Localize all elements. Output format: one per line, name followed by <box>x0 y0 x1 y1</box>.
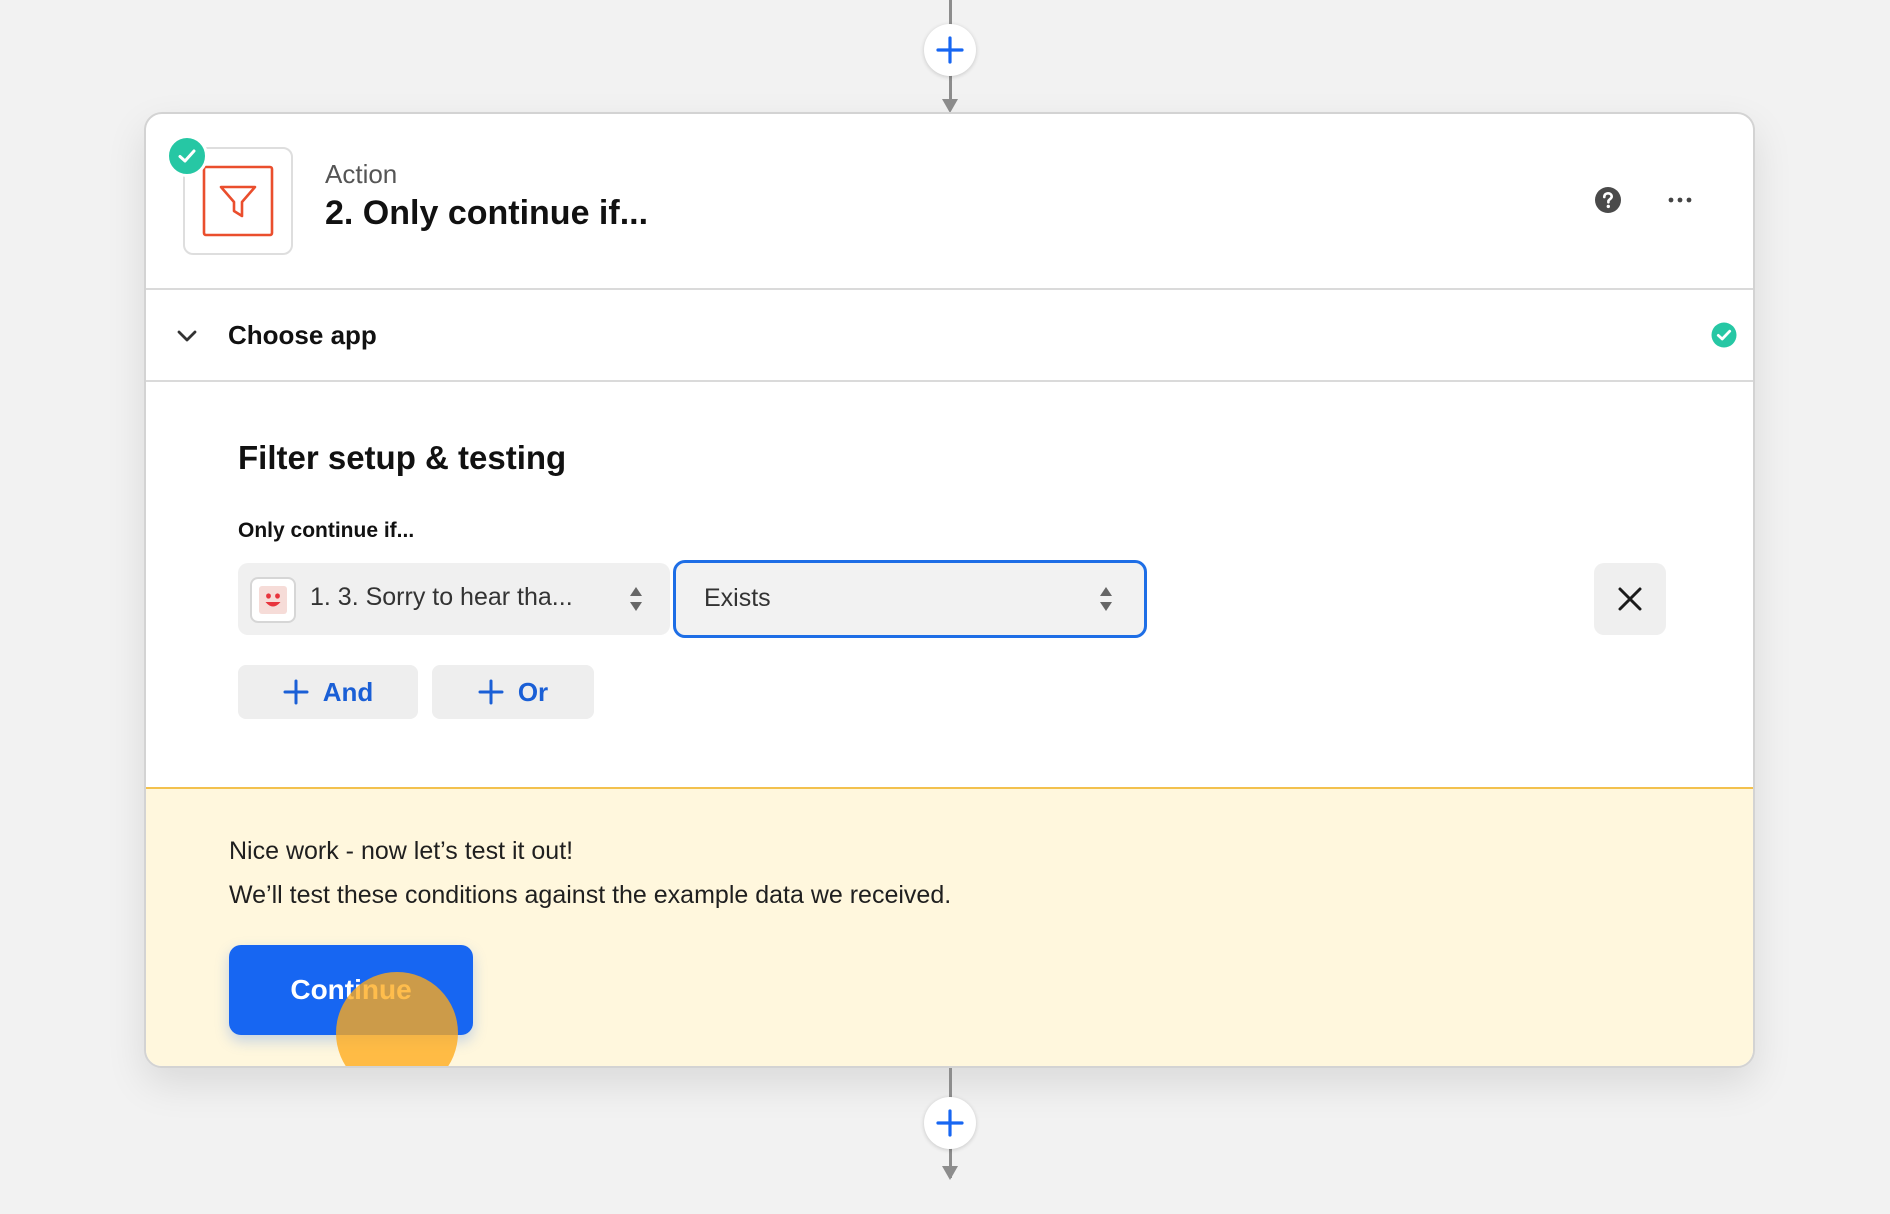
filter-condition-value: Exists <box>704 584 771 612</box>
plus-icon <box>936 36 964 64</box>
connector-arrow-bottom <box>942 1166 958 1180</box>
choose-app-label: Choose app <box>228 320 377 350</box>
filter-field-select[interactable]: 1. 3. Sorry to hear tha... <box>238 563 670 635</box>
step-title: 2. Only continue if... <box>325 194 649 232</box>
test-panel-description: We’ll test these conditions against the … <box>229 881 952 909</box>
filter-section-title: Filter setup & testing <box>238 439 567 476</box>
add-step-button-top[interactable] <box>924 24 976 76</box>
step-card: Action 2. Only continue if... Choose app… <box>144 112 1755 1068</box>
connector-arrow-top <box>942 99 958 113</box>
test-panel-heading: Nice work - now let’s test it out! <box>229 837 574 865</box>
add-or-condition-button[interactable]: Or <box>432 665 594 719</box>
plus-icon <box>936 1109 964 1137</box>
step-header[interactable]: Action 2. Only continue if... <box>146 114 1753 290</box>
choose-app-section-toggle[interactable]: Choose app <box>146 290 1753 382</box>
help-circle-icon[interactable] <box>1594 186 1622 214</box>
remove-condition-button[interactable] <box>1594 563 1666 635</box>
filter-field-label: Only continue if... <box>238 519 415 542</box>
close-icon <box>1618 587 1642 611</box>
test-prompt-panel: Nice work - now let’s test it out! We’ll… <box>146 787 1753 1066</box>
add-step-button-bottom[interactable] <box>924 1097 976 1149</box>
field-app-icon <box>250 577 296 623</box>
sort-arrows-icon <box>1100 587 1112 611</box>
filter-condition-select[interactable]: Exists <box>673 560 1147 638</box>
more-horizontal-icon[interactable] <box>1668 190 1692 210</box>
plus-icon <box>283 679 309 705</box>
step-type-label: Action <box>325 159 398 189</box>
and-button-label: And <box>322 676 374 707</box>
check-circle-icon <box>1711 322 1737 348</box>
sort-arrows-icon <box>630 587 642 611</box>
or-button-label: Or <box>517 676 549 707</box>
filter-field-value: 1. 3. Sorry to hear tha... <box>310 583 573 611</box>
smiley-face-icon <box>259 586 287 614</box>
plus-icon <box>478 679 504 705</box>
step-complete-check-icon <box>166 135 208 177</box>
filter-funnel-icon <box>202 165 274 237</box>
chevron-down-icon <box>177 330 197 342</box>
add-and-condition-button[interactable]: And <box>238 665 418 719</box>
